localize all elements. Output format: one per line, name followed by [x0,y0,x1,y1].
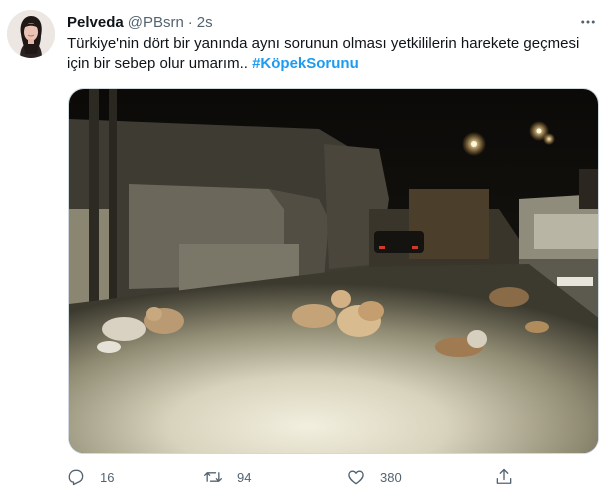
retweet-icon [204,472,222,482]
more-options-button[interactable] [576,10,600,34]
tweet-text: Türkiye'nin dört bir yanında aynı sorunu… [67,34,597,74]
tweet-timestamp[interactable]: 2s [197,14,213,31]
share-button[interactable] [494,465,514,489]
avatar-image [7,10,55,58]
share-icon [496,468,512,484]
tweet-actions: 16 94 380 [62,465,522,489]
reply-count: 16 [100,469,115,485]
tweet-photo[interactable] [68,88,599,454]
tweet-header: Pelveda @PBsrn · 2s [67,12,213,32]
reply-button[interactable]: 16 [66,465,114,489]
like-button[interactable]: 380 [346,465,402,489]
like-count: 380 [380,469,402,485]
heart-icon [348,470,364,485]
author-handle[interactable]: @PBsrn [128,14,184,31]
author-name[interactable]: Pelveda [67,14,124,31]
avatar[interactable] [7,10,55,58]
street-dogs-night-photo [69,89,598,453]
separator-dot: · [187,13,193,31]
retweet-count: 94 [237,469,252,485]
tweet-card[interactable]: Pelveda @PBsrn · 2s Türkiye'nin dört bir… [0,0,614,503]
reply-icon [68,469,84,486]
retweet-button[interactable]: 94 [203,465,251,489]
hashtag-link[interactable]: #KöpekSorunu [252,55,359,72]
more-horizontal-icon [581,20,595,24]
